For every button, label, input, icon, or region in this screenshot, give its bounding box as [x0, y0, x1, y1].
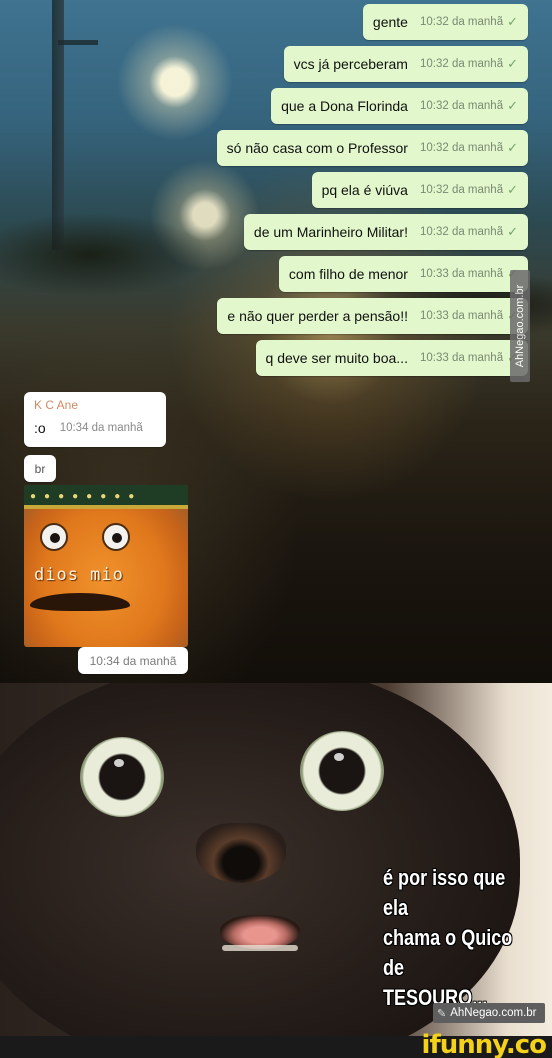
- sticker-image[interactable]: ●●●●●●●● dios mio: [24, 485, 188, 647]
- sent-check-icon: ✓: [507, 182, 518, 197]
- message-bubble-outgoing[interactable]: de um Marinheiro Militar! 10:32 da manhã…: [243, 214, 528, 250]
- message-text: :o: [34, 420, 46, 436]
- sticker-time: 10:34 da manhã: [78, 647, 188, 674]
- message-bubble-outgoing[interactable]: e não quer perder a pensão!! 10:33 da ma…: [217, 298, 528, 334]
- message-text: pq ela é viúva: [321, 182, 408, 198]
- message-time: 10:32 da manhã: [419, 100, 504, 112]
- sent-check-icon: ✓: [507, 140, 518, 155]
- message-bubble-outgoing[interactable]: gente 10:32 da manhã ✓: [362, 4, 528, 40]
- sent-check-icon: ✓: [507, 98, 518, 113]
- watermark-bottom-text: AhNegao.com.br: [450, 1007, 537, 1019]
- meme-cat-image: é por isso que ela chama o Quico de TESO…: [0, 683, 552, 1036]
- sticker-prefix-bubble[interactable]: br: [24, 455, 56, 482]
- sticker-caption: dios mio: [34, 565, 124, 585]
- message-bubble-outgoing[interactable]: pq ela é viúva 10:32 da manhã ✓: [311, 172, 528, 208]
- message-time: 10:32 da manhã: [419, 184, 504, 196]
- ahnegao-logo-icon: ✎: [437, 1007, 447, 1020]
- sticker-mustache: [30, 593, 130, 611]
- message-bubble-outgoing[interactable]: só não casa com o Professor 10:32 da man…: [216, 130, 528, 166]
- message-time: 10:32 da manhã: [419, 226, 504, 238]
- message-time: 10:33 da manhã: [419, 310, 504, 322]
- cat-eye-right: [300, 731, 384, 811]
- ifunny-logo: ifunny.co: [421, 1030, 547, 1058]
- message-text: que a Dona Florinda: [281, 98, 408, 114]
- message-bubble-outgoing[interactable]: vcs já perceberam 10:32 da manhã ✓: [283, 46, 528, 82]
- message-time: 10:34 da manhã: [59, 422, 143, 434]
- message-text: com filho de menor: [288, 266, 408, 282]
- watermark-side: AhNegao.com.br: [510, 270, 530, 382]
- sticker-hat: ●●●●●●●●: [24, 485, 188, 509]
- message-text: e não quer perder a pensão!!: [227, 308, 408, 324]
- message-bubble-outgoing[interactable]: q deve ser muito boa... 10:33 da manhã ✓: [255, 340, 528, 376]
- sender-name[interactable]: K C Ane: [34, 398, 156, 414]
- message-time: 10:32 da manhã: [419, 142, 504, 154]
- sent-check-icon: ✓: [507, 56, 518, 71]
- sticker-prefix-text: br: [34, 461, 46, 476]
- message-time: 10:32 da manhã: [419, 58, 504, 70]
- meme-caption-line: chama o Quico de: [383, 925, 513, 980]
- message-bubble-incoming[interactable]: K C Ane :o 10:34 da manhã: [24, 392, 166, 447]
- message-text: q deve ser muito boa...: [265, 350, 408, 366]
- cat-teeth: [222, 945, 298, 951]
- message-time: 10:33 da manhã: [419, 268, 504, 280]
- sticker-eye-left: [40, 523, 68, 551]
- message-text: gente: [372, 14, 408, 30]
- ifunny-strip: ifunny.co: [0, 1032, 552, 1058]
- meme-caption: é por isso que ela chama o Quico de TESO…: [383, 863, 514, 1013]
- message-bubble-outgoing[interactable]: com filho de menor 10:33 da manhã ✓: [278, 256, 528, 292]
- cat-mouth: [220, 915, 300, 949]
- sent-check-icon: ✓: [507, 224, 518, 239]
- message-text: vcs já perceberam: [293, 56, 408, 72]
- message-bubble-outgoing[interactable]: que a Dona Florinda 10:32 da manhã ✓: [271, 88, 528, 124]
- watermark-side-text: AhNegao.com.br: [514, 284, 526, 368]
- cat-eye-left: [80, 737, 164, 817]
- background-pole-arm: [58, 40, 98, 45]
- message-time: 10:33 da manhã: [419, 352, 504, 364]
- message-time: 10:32 da manhã: [419, 16, 504, 28]
- meme-caption-line: é por isso que ela: [383, 865, 506, 920]
- sticker-eye-right: [102, 523, 130, 551]
- message-text: de um Marinheiro Militar!: [253, 224, 408, 240]
- watermark-bottom: ✎ AhNegao.com.br: [433, 1003, 545, 1023]
- sent-check-icon: ✓: [507, 14, 518, 29]
- cat-nose: [196, 823, 286, 883]
- message-text: só não casa com o Professor: [226, 140, 408, 156]
- chat-screenshot: gente 10:32 da manhã ✓ vcs já perceberam…: [0, 0, 552, 683]
